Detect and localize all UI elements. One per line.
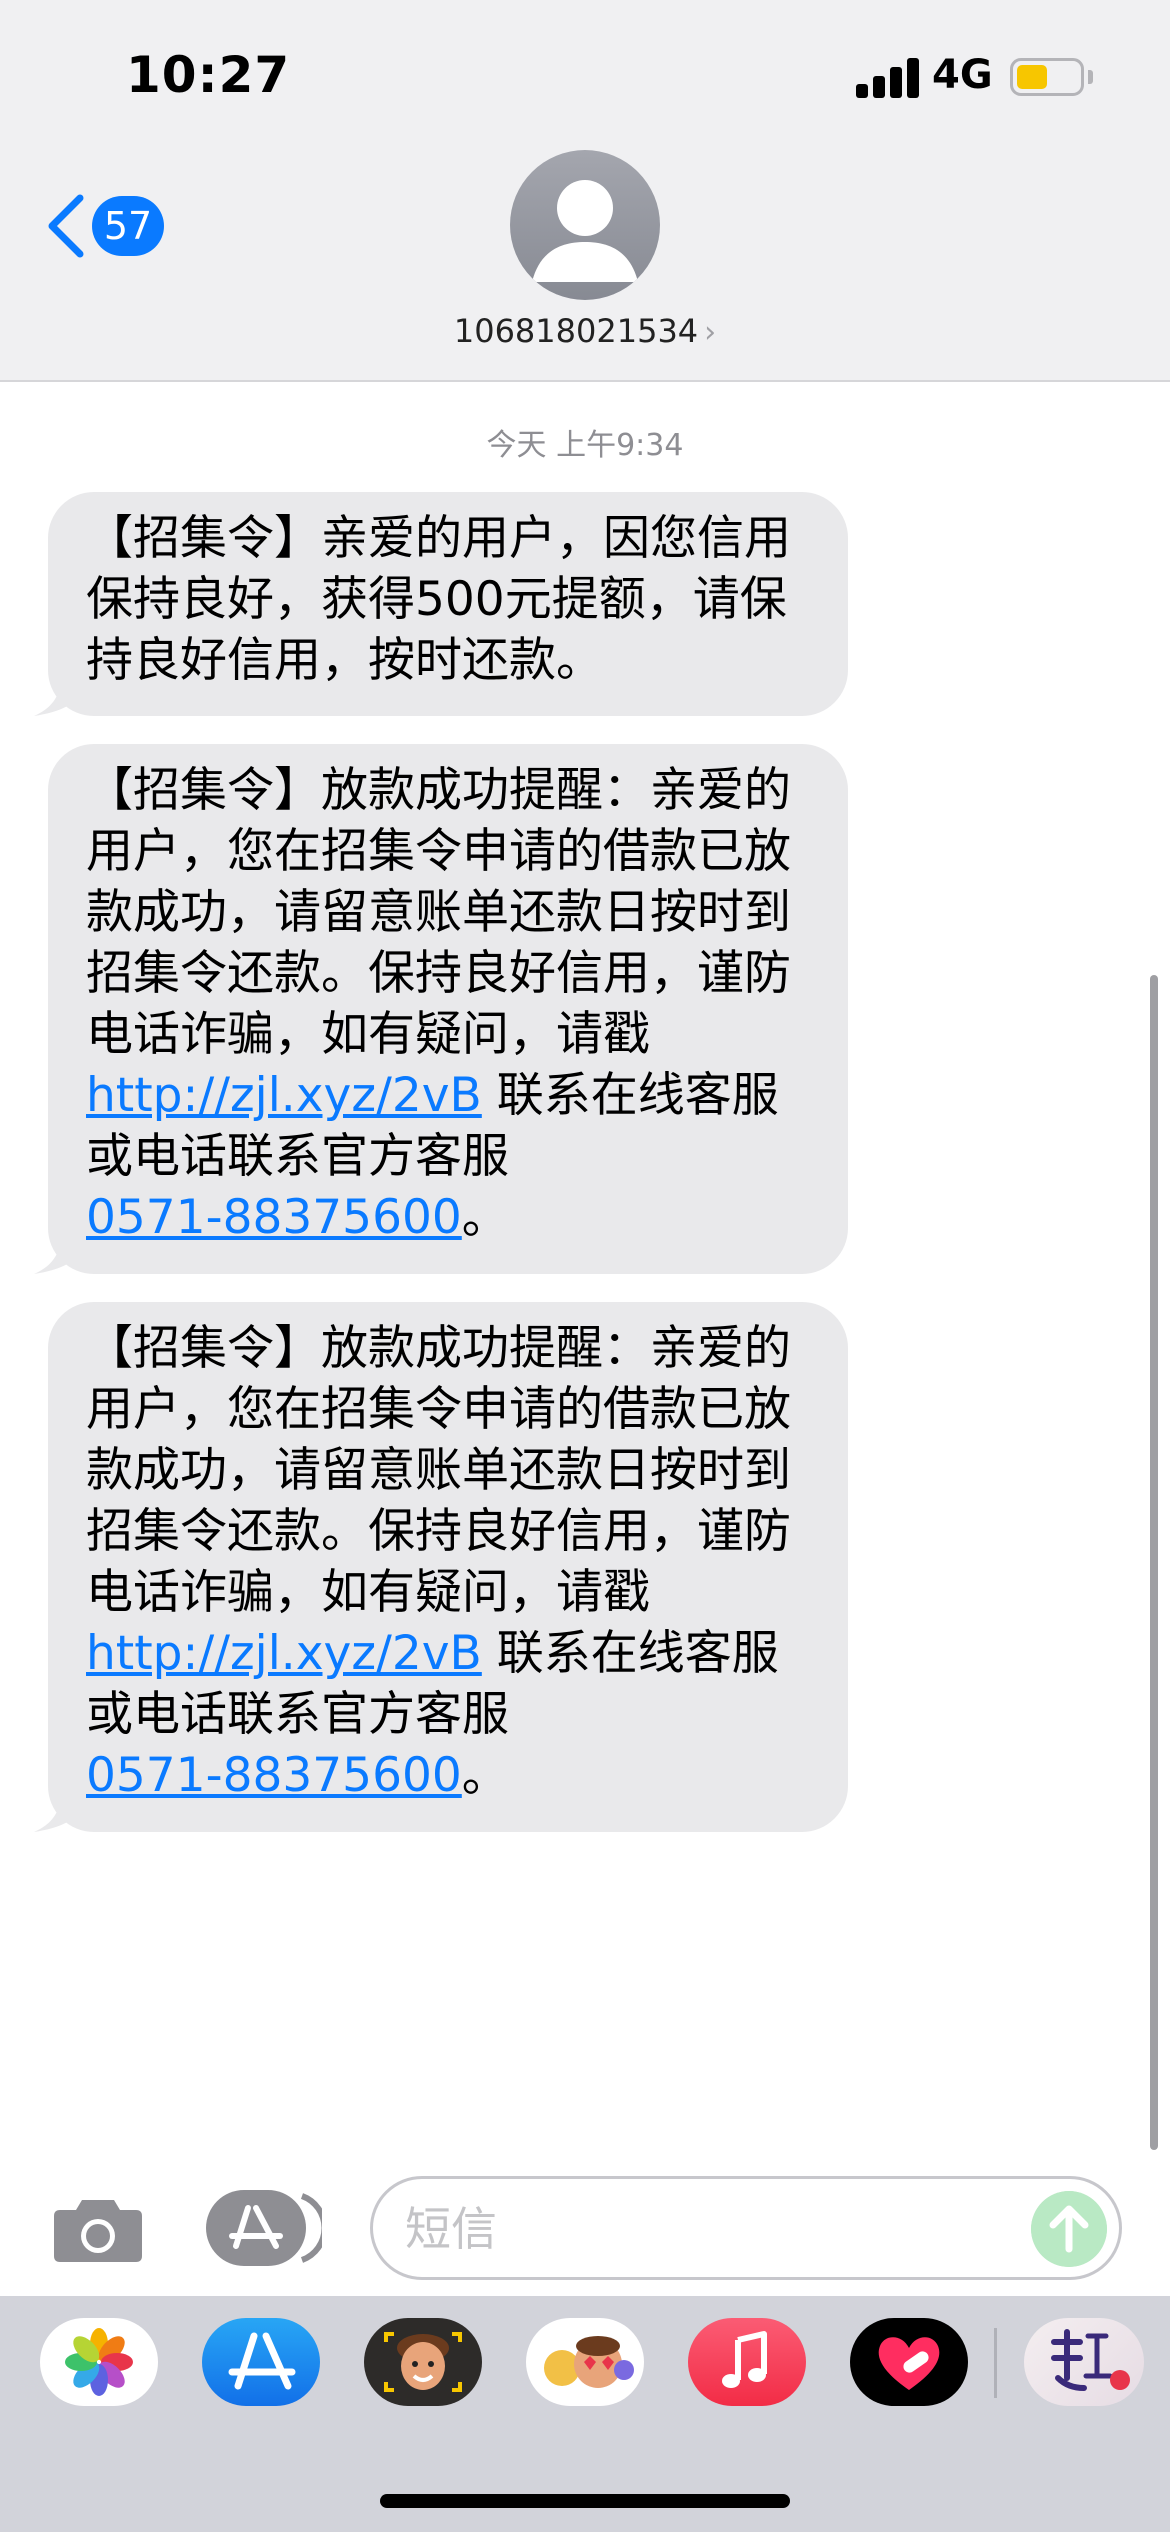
app-store-icon[interactable] — [206, 2190, 322, 2266]
message-link[interactable]: http://zjl.xyz/2vB — [86, 1626, 482, 1681]
home-indicator[interactable] — [380, 2494, 790, 2508]
network-type: 4G — [932, 52, 993, 98]
message-input-field[interactable] — [370, 2176, 1122, 2280]
battery-icon — [1010, 58, 1084, 96]
camera-icon[interactable] — [52, 2192, 144, 2264]
chevron-left-icon — [48, 194, 84, 258]
chevron-right-icon: › — [704, 315, 717, 350]
contact-avatar[interactable] — [510, 150, 660, 300]
app-store-icon[interactable] — [202, 2318, 320, 2406]
phone-link[interactable]: 0571-88375600 — [86, 1748, 462, 1803]
message-bubble[interactable]: 【招集令】放款成功提醒：亲爱的用户，您在招集令申请的借款已放款成功，请留意账单还… — [48, 744, 848, 1274]
message-text: 【招集令】放款成功提醒：亲爱的用户，您在招集令申请的借款已放款成功，请留意账单还… — [86, 1321, 791, 1620]
message-input[interactable] — [403, 2179, 987, 2279]
phone-link[interactable]: 0571-88375600 — [86, 1190, 462, 1245]
drawer-divider — [994, 2328, 997, 2398]
heart-icon[interactable] — [850, 2318, 968, 2406]
status-time: 10:27 — [126, 46, 291, 104]
sticker-icon[interactable] — [1024, 2318, 1144, 2406]
message-bubble[interactable]: 【招集令】放款成功提醒：亲爱的用户，您在招集令申请的借款已放款成功，请留意账单还… — [48, 1302, 848, 1832]
scrollbar[interactable] — [1150, 975, 1158, 2150]
memoji-icon[interactable] — [364, 2318, 482, 2406]
unread-count-badge: 57 — [92, 196, 164, 256]
music-note-icon[interactable] — [688, 2318, 806, 2406]
back-button[interactable]: 57 — [44, 188, 174, 264]
message-bubble[interactable]: 【招集令】亲爱的用户，因您信用保持良好，获得500元提额，请保持良好信用，按时还… — [48, 492, 848, 716]
cellular-signal-icon — [856, 58, 920, 98]
battery-level — [1017, 65, 1047, 89]
person-silhouette-icon — [532, 180, 638, 282]
message-text: 【招集令】放款成功提醒：亲爱的用户，您在招集令申请的借款已放款成功，请留意账单还… — [86, 763, 791, 1062]
contact-name-button[interactable]: 106818021534 › — [0, 312, 1170, 350]
message-text: 。 — [461, 1190, 509, 1245]
send-button[interactable] — [1031, 2191, 1107, 2267]
message-timestamp: 今天 上午9:34 — [486, 428, 684, 463]
conversation-header: 10:27 4G 57 106818021534 › — [0, 0, 1170, 382]
message-text: 。 — [461, 1748, 509, 1803]
message-text: 【招集令】亲爱的用户，因您信用保持良好，获得500元提额，请保持良好信用，按时还… — [86, 511, 791, 688]
memoji-stickers-icon[interactable] — [526, 2318, 644, 2406]
battery-tip — [1088, 70, 1093, 84]
message-link[interactable]: http://zjl.xyz/2vB — [86, 1068, 482, 1123]
contact-number: 106818021534 — [453, 312, 699, 350]
photos-icon[interactable] — [40, 2318, 158, 2406]
